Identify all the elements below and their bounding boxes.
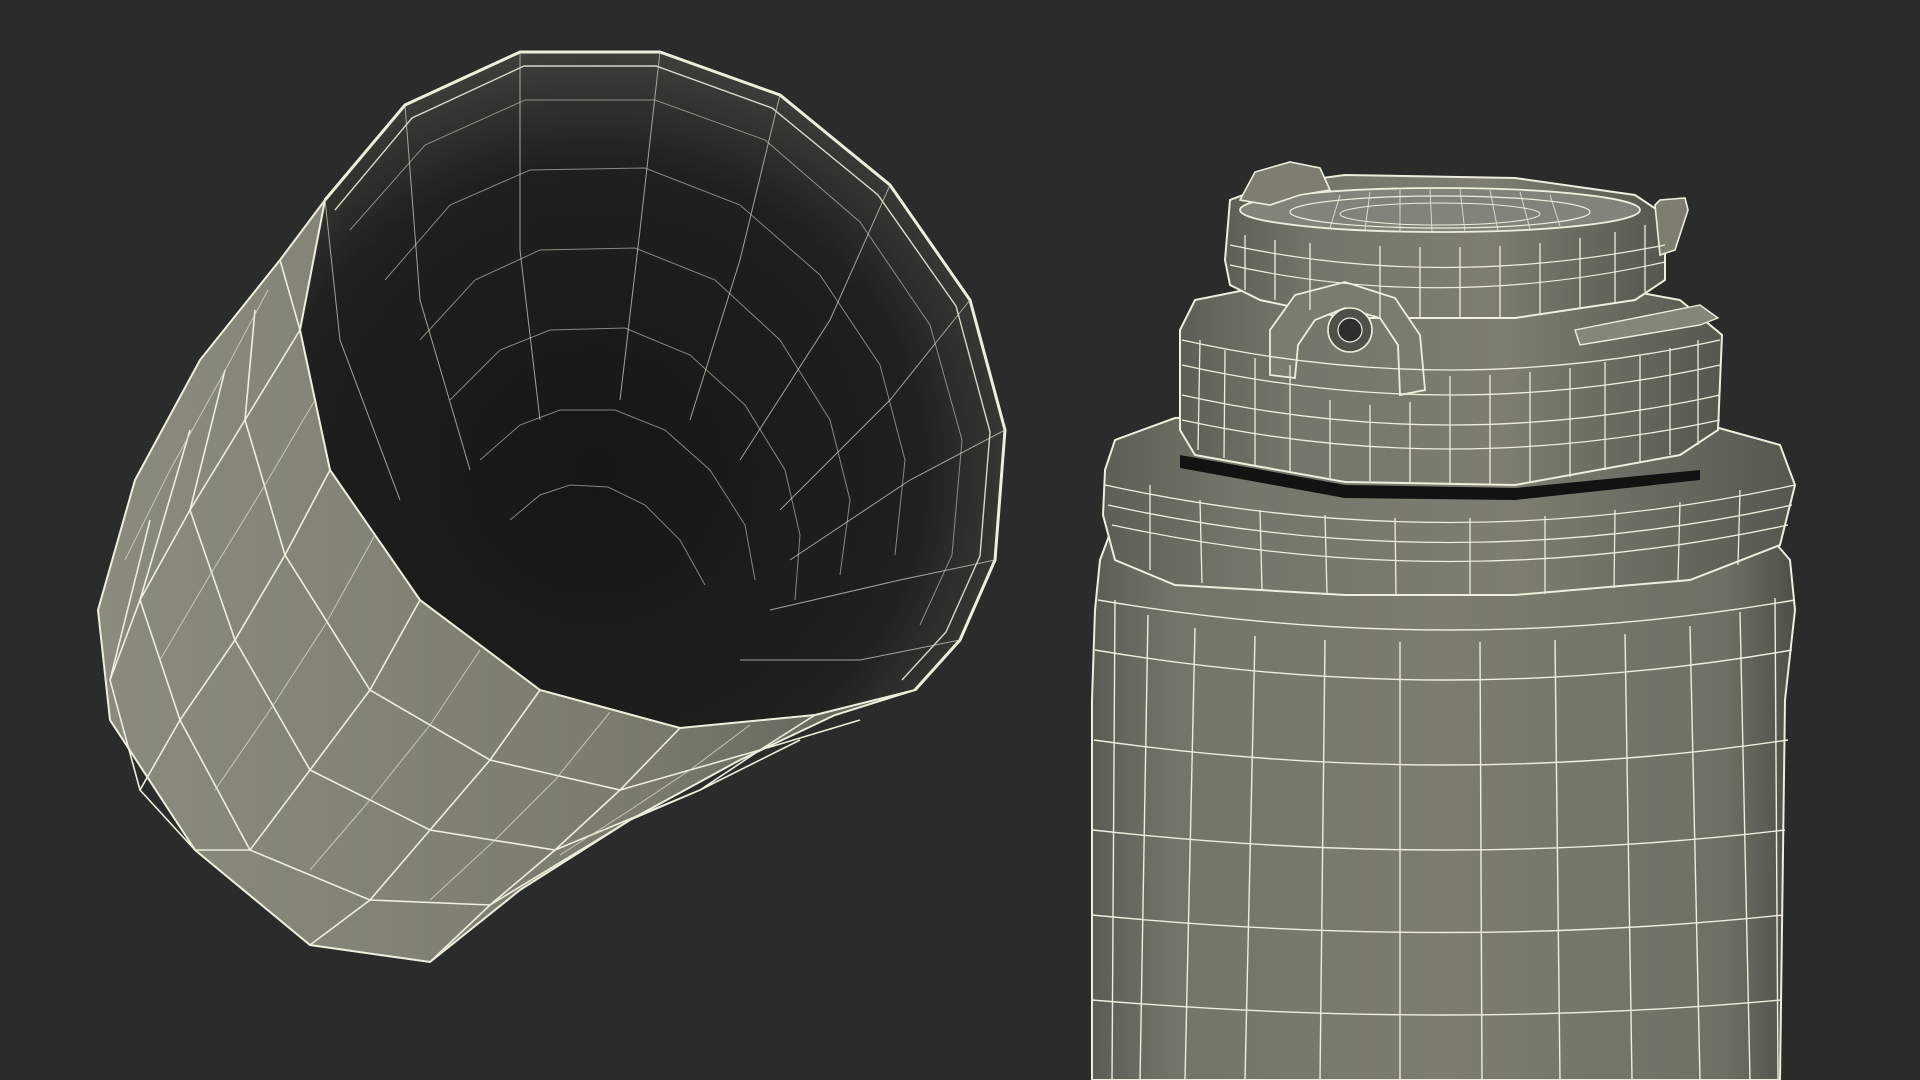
- render-viewport: [0, 0, 1920, 1080]
- bottle-model: [1091, 161, 1797, 1080]
- cup-model: [96, 50, 1007, 964]
- wireframe-render: [96, 50, 1797, 1080]
